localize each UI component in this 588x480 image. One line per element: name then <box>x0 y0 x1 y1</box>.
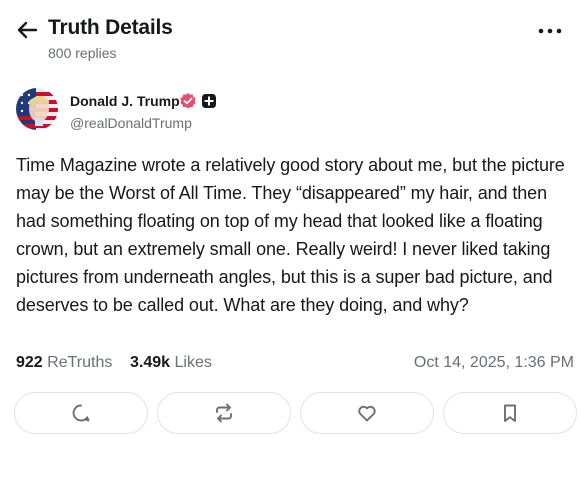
post-timestamp: Oct 14, 2025, 1:36 PM <box>413 354 574 371</box>
header-bar: Truth Details 800 replies <box>0 0 588 72</box>
author-badges <box>179 92 217 110</box>
more-horizontal-icon <box>538 28 562 34</box>
post-author: Donald J. Trump @realDonaldTrump <box>16 88 416 134</box>
like-button[interactable] <box>300 392 434 434</box>
retruths-count: 922 <box>16 354 43 371</box>
repost-icon <box>216 403 232 423</box>
post-stats: 922 ReTruths 3.49k Likes Oct 14, 2025, 1… <box>16 354 574 378</box>
post-text: Time Magazine wrote a relatively good st… <box>16 155 565 315</box>
plus-badge-icon <box>202 94 216 108</box>
page-title: Truth Details <box>48 16 173 39</box>
post-actions <box>14 392 577 434</box>
verified-badge-icon <box>180 93 196 109</box>
back-button[interactable] <box>14 17 42 43</box>
author-handle: @realDonaldTrump <box>70 115 192 131</box>
retruth-button[interactable] <box>157 392 291 434</box>
avatar[interactable] <box>16 88 58 130</box>
author-name: Donald J. Trump <box>70 93 180 109</box>
reply-button[interactable] <box>14 392 148 434</box>
likes-label: Likes <box>174 354 212 371</box>
heart-icon <box>358 405 376 422</box>
more-options-button[interactable] <box>536 19 564 41</box>
bookmark-button[interactable] <box>443 392 577 434</box>
avatar-image <box>16 88 58 130</box>
likes-count: 3.49k <box>130 354 171 371</box>
retruths-label: ReTruths <box>47 354 113 371</box>
retruths-stat[interactable]: 922 ReTruths <box>16 354 112 372</box>
arrow-left-icon <box>17 21 38 39</box>
likes-stat[interactable]: 3.49k Likes <box>130 354 212 372</box>
comment-icon <box>72 404 90 422</box>
reply-count: 800 replies <box>48 45 117 61</box>
bookmark-icon <box>504 404 516 422</box>
